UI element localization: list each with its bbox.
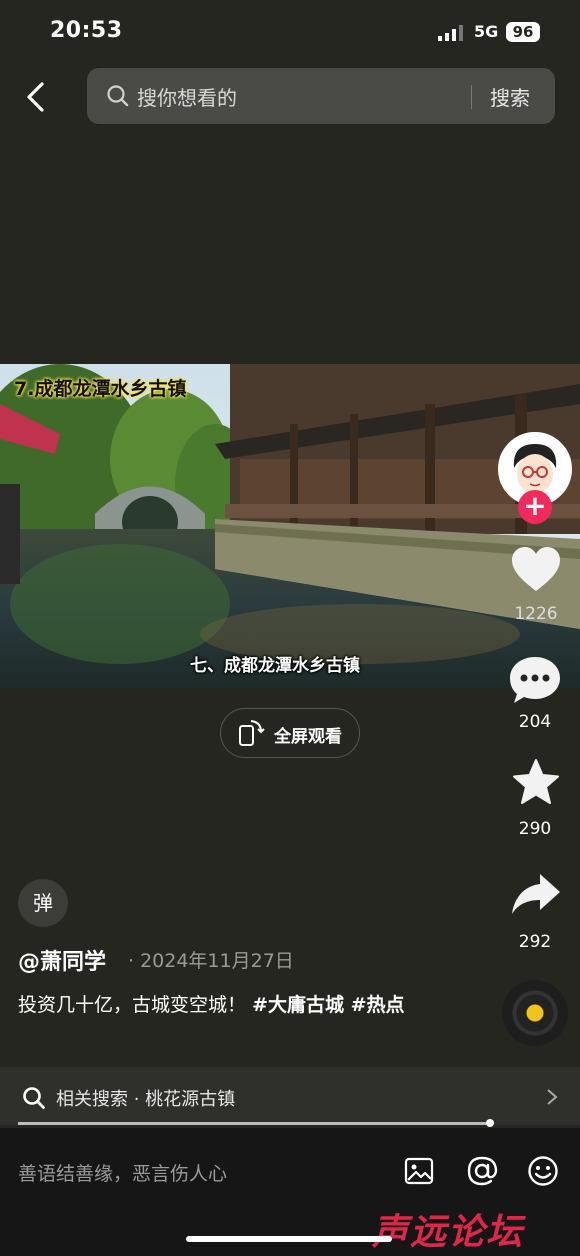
search-icon bbox=[23, 1087, 45, 1109]
search-divider bbox=[471, 85, 472, 109]
image-icon[interactable] bbox=[404, 1156, 434, 1186]
like-count: 1226 bbox=[514, 604, 558, 624]
follow-button[interactable]: + bbox=[518, 490, 552, 524]
back-arrow-icon[interactable] bbox=[22, 80, 50, 114]
chevron-right-icon bbox=[547, 1089, 558, 1105]
home-indicator[interactable] bbox=[186, 1236, 392, 1242]
watermark-logo: 声远论坛 bbox=[372, 1212, 525, 1253]
signal-icon bbox=[438, 25, 463, 41]
share-count: 292 bbox=[518, 932, 552, 952]
network-type: 5G bbox=[474, 22, 499, 41]
video-title-overlay: 7.成都龙潭水乡古镇 bbox=[14, 378, 187, 400]
search-placeholder: 搜你想看的 bbox=[137, 86, 237, 110]
post-date: · 2024年11月27日 bbox=[128, 950, 294, 972]
emoji-icon[interactable] bbox=[527, 1155, 559, 1187]
status-time: 20:53 bbox=[50, 18, 123, 43]
post-hashtags[interactable]: #大庸古城 #热点 bbox=[252, 994, 404, 1016]
video-caption-overlay: 七、成都龙潭水乡古镇 bbox=[190, 656, 360, 676]
mention-icon[interactable] bbox=[466, 1155, 498, 1187]
battery-level: 96 bbox=[506, 22, 540, 42]
search-icon bbox=[107, 85, 129, 107]
progress-handle[interactable] bbox=[486, 1119, 494, 1127]
author-name[interactable]: @萧同学 bbox=[18, 944, 106, 976]
music-disc-icon[interactable] bbox=[502, 980, 568, 1046]
heart-icon[interactable] bbox=[510, 546, 562, 594]
post-text: 投资几十亿，古城变空城！ bbox=[18, 994, 247, 1016]
related-search-label: 相关搜索 · 桃花源古镇 bbox=[56, 1089, 236, 1110]
share-arrow-icon[interactable] bbox=[510, 870, 562, 918]
comment-input[interactable]: 善语结善缘，恶言伤人心 bbox=[18, 1159, 227, 1186]
danmu-toggle-button[interactable]: 弹 bbox=[18, 879, 68, 927]
fullscreen-label: 全屏观看 bbox=[274, 727, 342, 747]
comment-icon[interactable] bbox=[508, 655, 562, 705]
star-icon[interactable] bbox=[510, 758, 562, 808]
favorite-count: 290 bbox=[518, 819, 552, 839]
rotate-phone-icon bbox=[239, 720, 265, 746]
comment-count: 204 bbox=[518, 712, 552, 732]
video-progress-bar[interactable] bbox=[18, 1122, 490, 1125]
video-player[interactable] bbox=[0, 364, 580, 689]
post-description: 投资几十亿，古城变空城！ #大庸古城 #热点 bbox=[18, 990, 448, 1021]
search-button[interactable]: 搜索 bbox=[490, 82, 530, 111]
